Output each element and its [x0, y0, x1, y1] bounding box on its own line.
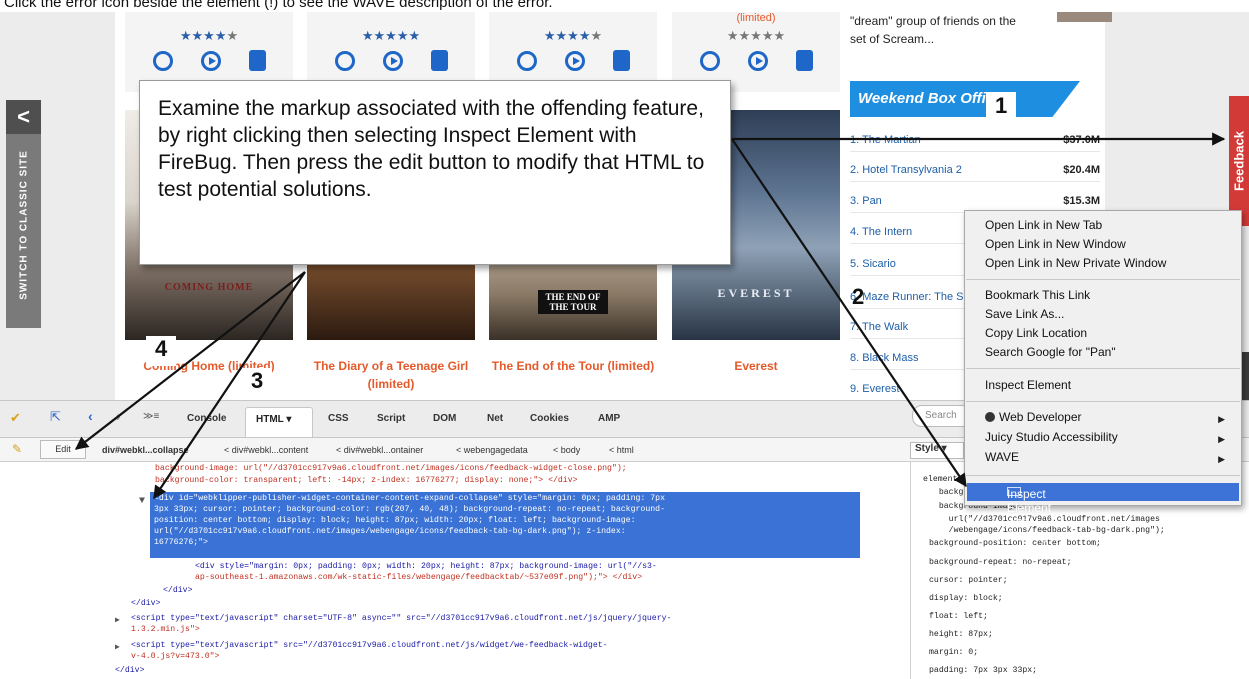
annotation-arrows	[74, 132, 1226, 500]
step-number-1: 1	[995, 93, 1008, 118]
arrow-to-selected-code	[153, 271, 306, 500]
arrow-to-edit-button	[74, 271, 306, 450]
arrow-to-inspect-firebug	[731, 138, 967, 488]
step-number-4: 4	[155, 336, 168, 361]
step-number-3: 3	[251, 368, 264, 393]
step-number-2: 2	[852, 284, 865, 309]
